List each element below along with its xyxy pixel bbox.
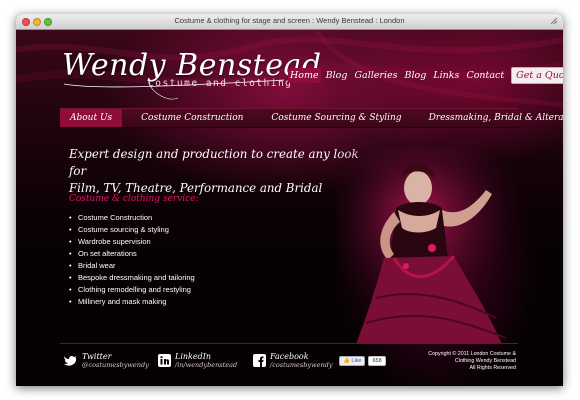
list-item: • Millinery and mask making: [69, 296, 195, 308]
list-item: • Costume sourcing & styling: [69, 224, 195, 236]
service-label: On set alterations: [78, 249, 137, 258]
top-nav: Home Blog Galleries Blog Links Contact G…: [288, 67, 563, 84]
bullet-icon: •: [69, 225, 72, 234]
twitter-link[interactable]: Twitter @costumesbywendy: [64, 352, 149, 369]
services-list: • Costume Construction • Costume sourcing …: [69, 212, 195, 308]
main-nav-about-us[interactable]: About Us: [60, 109, 123, 127]
window-titlebar[interactable]: Costume & clothing for stage and screen …: [16, 14, 563, 30]
get-a-quote-button[interactable]: Get a Quote: [511, 67, 563, 84]
service-label: Clothing remodelling and restyling: [78, 285, 191, 294]
service-label: Millinery and mask making: [78, 297, 167, 306]
list-item: • On set alterations: [69, 248, 195, 260]
top-nav-contact[interactable]: Contact: [464, 68, 506, 83]
service-label: Costume Construction: [78, 213, 153, 222]
bullet-icon: •: [69, 285, 72, 294]
list-item: • Clothing remodelling and restyling: [69, 284, 195, 296]
top-nav-links[interactable]: Links: [431, 68, 461, 83]
web-page: Wendy Benstead costume and clothing Home…: [16, 30, 563, 386]
service-label: Wardrobe supervision: [78, 237, 151, 246]
main-nav-costume-sourcing[interactable]: Costume Sourcing & Styling: [271, 109, 401, 127]
linkedin-name: LinkedIn: [175, 352, 212, 361]
bullet-icon: •: [69, 249, 72, 258]
twitter-bird-icon: [64, 354, 78, 368]
facebook-name: Facebook: [270, 352, 309, 361]
service-label: Bridal wear: [78, 261, 116, 270]
services-title: Costume & clothing service:: [69, 194, 199, 204]
bullet-icon: •: [69, 297, 72, 306]
top-nav-home[interactable]: Home: [288, 68, 321, 83]
copyright-line-1: Copyright © 2011 London Costume &: [428, 351, 516, 357]
main-nav: About Us Costume Construction Costume So…: [60, 108, 563, 128]
linkedin-link[interactable]: LinkedIn /in/wendybenstead: [157, 352, 237, 369]
copyright-line-3: All Rights Reserved: [469, 365, 516, 371]
service-label: Bespoke dressmaking and tailoring: [78, 273, 195, 282]
bullet-icon: •: [69, 273, 72, 282]
top-nav-blog-2[interactable]: Blog: [403, 68, 429, 83]
like-count: 658: [368, 356, 386, 366]
resize-icon[interactable]: [550, 17, 558, 25]
list-item: • Costume Construction: [69, 212, 195, 224]
headline: Expert design and production to create a…: [69, 146, 369, 197]
window-title: Costume & clothing for stage and screen …: [174, 16, 405, 25]
main-nav-costume-construction[interactable]: Costume Construction: [141, 109, 243, 127]
list-item: • Bridal wear: [69, 260, 195, 272]
linkedin-icon: [157, 354, 171, 368]
top-nav-blog[interactable]: Blog: [324, 68, 350, 83]
headline-line-1: Expert design and production to create a…: [69, 147, 359, 178]
list-item: • Bespoke dressmaking and tailoring: [69, 272, 195, 284]
bullet-icon: •: [69, 213, 72, 222]
facebook-icon: [252, 354, 266, 368]
browser-window: Costume & clothing for stage and screen …: [16, 14, 563, 386]
facebook-handle: /costumesbywendy: [270, 361, 333, 369]
logo-tagline: costume and clothing: [148, 78, 293, 89]
twitter-handle: @costumesbywendy: [82, 361, 149, 369]
linkedin-handle: /in/wendybenstead: [175, 361, 238, 369]
model-photo: [336, 148, 522, 344]
copyright-line-2: Clothing Wendy Benstead: [454, 358, 516, 364]
main-nav-dressmaking[interactable]: Dressmaking, Bridal & Alterations: [429, 109, 563, 127]
bullet-icon: •: [69, 237, 72, 246]
facebook-link[interactable]: Facebook /costumesbywendy: [252, 352, 333, 369]
facebook-like-icon[interactable]: 👍 Like: [339, 356, 366, 366]
like-label: Like: [351, 358, 362, 364]
service-label: Costume sourcing & styling: [78, 225, 169, 234]
footer-divider: [60, 343, 518, 344]
bullet-icon: •: [69, 261, 72, 270]
facebook-like-button[interactable]: 👍 Like 658: [339, 356, 386, 366]
copyright: Copyright © 2011 London Costume & Clothi…: [412, 351, 516, 372]
twitter-name: Twitter: [82, 352, 112, 361]
top-nav-galleries[interactable]: Galleries: [352, 68, 399, 83]
list-item: • Wardrobe supervision: [69, 236, 195, 248]
